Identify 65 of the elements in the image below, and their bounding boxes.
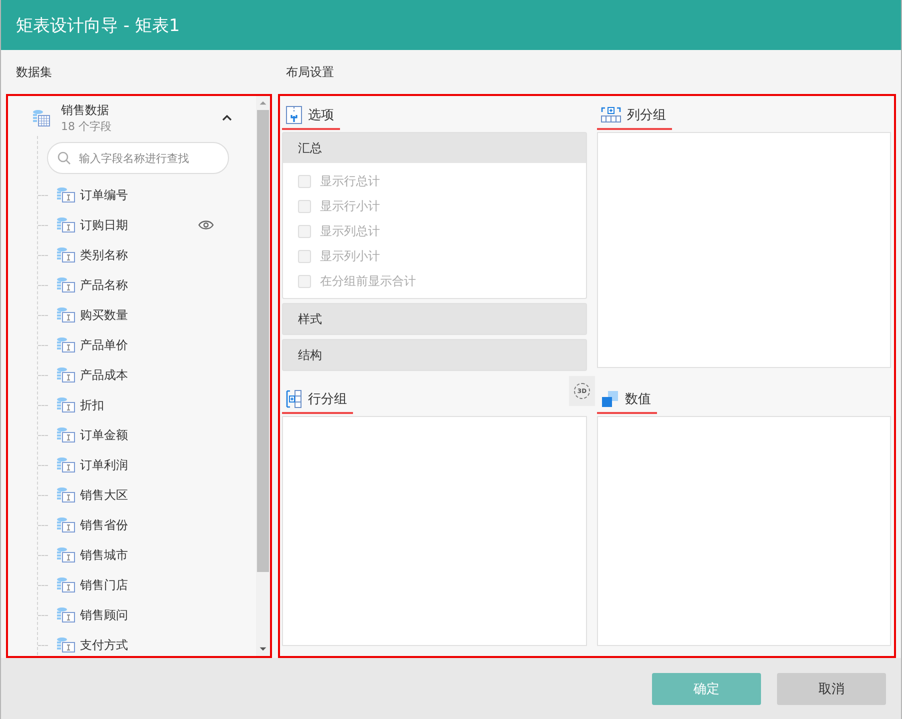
field-name[interactable]: 类别名称 bbox=[80, 246, 256, 264]
field-icon bbox=[56, 217, 76, 233]
zone-title: 数值 bbox=[625, 391, 651, 408]
field-icon bbox=[56, 517, 76, 533]
checkbox-label: 在分组前显示合计 bbox=[320, 273, 416, 290]
checkbox-label: 显示列总计 bbox=[320, 223, 380, 240]
accordion-header[interactable]: 汇总 bbox=[283, 133, 586, 163]
wrench-icon bbox=[286, 106, 302, 124]
checkbox-label: 显示行总计 bbox=[320, 173, 380, 190]
drop-zone[interactable] bbox=[282, 416, 587, 646]
field-icon bbox=[56, 337, 76, 353]
field-icon bbox=[56, 547, 76, 563]
field-icon bbox=[56, 307, 76, 323]
field-icon bbox=[56, 607, 76, 623]
field-name[interactable]: 订单金额 bbox=[80, 426, 256, 444]
field-name[interactable]: 产品成本 bbox=[80, 366, 256, 384]
checkbox-label: 显示列小计 bbox=[320, 248, 380, 265]
drop-zone[interactable] bbox=[597, 132, 891, 368]
field-name[interactable]: 支付方式 bbox=[80, 636, 256, 654]
values-icon bbox=[601, 390, 619, 408]
column-group-icon bbox=[601, 107, 621, 123]
search-icon bbox=[57, 151, 71, 165]
cancel-button[interactable]: 取消 bbox=[777, 672, 886, 704]
accordion-header[interactable]: 结构 bbox=[283, 340, 586, 370]
field-icon bbox=[56, 367, 76, 383]
field-name[interactable]: 订购日期 bbox=[80, 216, 198, 234]
window-title: 矩表设计向导 - 矩表1 bbox=[16, 14, 180, 36]
search-field[interactable]: 输入字段名称进行查找 bbox=[47, 142, 229, 174]
database-icon bbox=[32, 109, 50, 127]
dataset-name: 销售数据 bbox=[61, 102, 110, 119]
field-name[interactable]: 销售城市 bbox=[80, 546, 256, 564]
field-name[interactable]: 销售门店 bbox=[80, 576, 256, 594]
field-icon bbox=[56, 397, 76, 413]
collapse-caret-icon[interactable] bbox=[222, 115, 232, 121]
field-name[interactable]: 销售省份 bbox=[80, 516, 256, 534]
zone-title: 列分组 bbox=[627, 107, 666, 124]
field-name[interactable]: 订单编号 bbox=[80, 186, 256, 204]
field-count: 18 个字段 bbox=[61, 119, 112, 134]
field-icon bbox=[56, 637, 76, 653]
field-name[interactable]: 产品名称 bbox=[80, 276, 256, 294]
field-name[interactable]: 订单利润 bbox=[80, 456, 256, 474]
scroll-up-icon[interactable] bbox=[259, 99, 267, 107]
field-name[interactable]: 销售大区 bbox=[80, 486, 256, 504]
drop-zone[interactable] bbox=[597, 416, 891, 646]
zone-title: 行分组 bbox=[308, 391, 347, 408]
field-icon bbox=[56, 457, 76, 473]
field-name[interactable]: 购买数量 bbox=[80, 306, 256, 324]
field-icon bbox=[56, 187, 76, 203]
accordion-header[interactable]: 样式 bbox=[283, 304, 586, 334]
zone-title: 选项 bbox=[308, 107, 334, 124]
field-icon bbox=[56, 247, 76, 263]
field-icon bbox=[56, 277, 76, 293]
scrollbar[interactable] bbox=[256, 96, 270, 656]
field-name[interactable]: 销售顾问 bbox=[80, 606, 256, 624]
scroll-down-icon[interactable] bbox=[259, 645, 267, 653]
section-label: 布局设置 bbox=[286, 64, 334, 80]
field-icon bbox=[56, 577, 76, 593]
row-group-icon bbox=[286, 390, 302, 408]
eye-icon[interactable] bbox=[198, 220, 214, 230]
field-icon bbox=[56, 427, 76, 443]
checkbox-label: 显示行小计 bbox=[320, 198, 380, 215]
field-name[interactable]: 折扣 bbox=[80, 396, 256, 414]
field-icon bbox=[56, 487, 76, 503]
section-label: 数据集 bbox=[15, 64, 53, 80]
field-name[interactable]: 产品单价 bbox=[80, 336, 256, 354]
